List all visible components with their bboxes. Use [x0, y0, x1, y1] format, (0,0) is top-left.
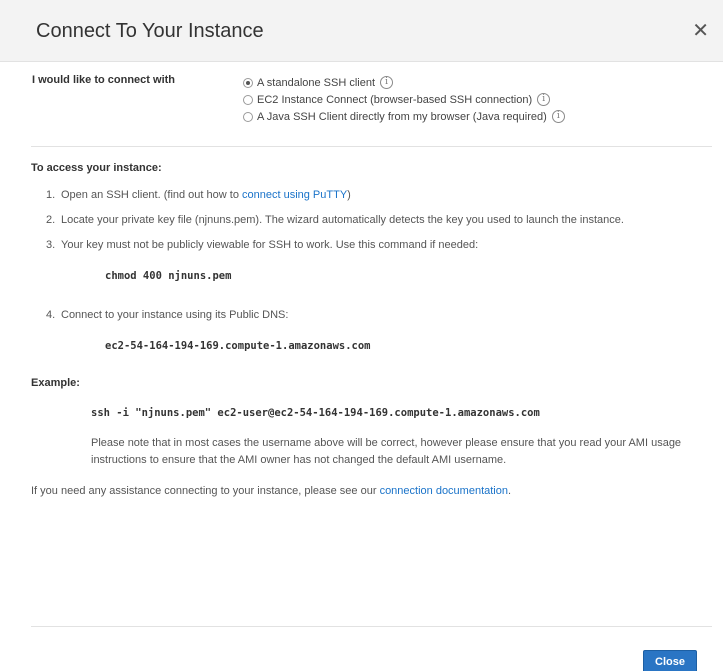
section-divider	[31, 146, 712, 147]
radio-standalone-ssh[interactable]	[243, 77, 253, 88]
access-steps: 1. Open an SSH client. (find out how to …	[46, 187, 713, 355]
option-label: EC2 Instance Connect (browser-based SSH …	[257, 93, 533, 106]
connect-method-label: I would like to connect with	[32, 74, 176, 86]
step-number: 1.	[46, 189, 56, 201]
connect-method-options: A standalone SSH client i EC2 Instance C…	[243, 74, 565, 125]
connect-method-row: I would like to connect with A standalon…	[31, 62, 713, 146]
dialog-title: Connect To Your Instance	[36, 20, 264, 42]
step-1-text: Open an SSH client. (find out how to	[61, 189, 242, 201]
step-number: 2.	[46, 214, 56, 226]
option-ec2-instance-connect[interactable]: EC2 Instance Connect (browser-based SSH …	[243, 91, 565, 108]
step-4-text: Connect to your instance using its Publi…	[61, 309, 289, 321]
step-number: 4.	[46, 309, 56, 321]
step-3-text: Your key must not be publicly viewable f…	[61, 239, 479, 251]
close-icon[interactable]: ✕	[692, 20, 709, 42]
ssh-example-command: ssh -i "njnuns.pem" ec2-user@ec2-54-164-…	[91, 407, 540, 419]
step-2-text: Locate your private key file (njnuns.pem…	[61, 214, 624, 226]
chmod-command: chmod 400 njnuns.pem	[105, 270, 232, 282]
radio-java-ssh[interactable]	[243, 111, 253, 122]
close-button[interactable]: Close	[643, 650, 697, 671]
step-3: 3. Your key must not be publicly viewabl…	[46, 237, 713, 285]
example-note: Please note that in most cases the usern…	[91, 437, 682, 466]
option-label: A Java SSH Client directly from my brows…	[257, 110, 547, 123]
step-number: 3.	[46, 239, 56, 251]
putty-link[interactable]: connect using PuTTY	[242, 189, 347, 201]
option-standalone-ssh[interactable]: A standalone SSH client i	[243, 74, 565, 91]
assistance-text: If you need any assistance connecting to…	[31, 485, 713, 497]
public-dns: ec2-54-164-194-169.compute-1.amazonaws.c…	[105, 340, 371, 352]
access-title: To access your instance:	[31, 162, 162, 174]
step-4: 4. Connect to your instance using its Pu…	[46, 307, 713, 355]
footer-divider	[31, 626, 712, 627]
step-2: 2. Locate your private key file (njnuns.…	[46, 212, 713, 229]
assistance-prefix: If you need any assistance connecting to…	[31, 485, 380, 497]
dialog-body: I would like to connect with A standalon…	[0, 62, 723, 497]
option-java-ssh[interactable]: A Java SSH Client directly from my brows…	[243, 108, 565, 125]
connection-documentation-link[interactable]: connection documentation	[380, 485, 508, 497]
connect-dialog: Connect To Your Instance ✕ I would like …	[0, 0, 723, 671]
info-icon[interactable]: i	[551, 110, 565, 123]
info-icon[interactable]: i	[380, 76, 394, 89]
step-1: 1. Open an SSH client. (find out how to …	[46, 187, 713, 204]
radio-ec2-instance-connect[interactable]	[243, 94, 253, 105]
option-label: A standalone SSH client	[257, 76, 376, 89]
info-icon[interactable]: i	[537, 93, 551, 106]
dialog-header: Connect To Your Instance ✕	[0, 0, 723, 62]
step-1-end: )	[347, 189, 351, 201]
example-title: Example:	[31, 377, 80, 389]
assistance-end: .	[508, 485, 512, 497]
example-block: ssh -i "njnuns.pem" ec2-user@ec2-54-164-…	[91, 407, 713, 469]
